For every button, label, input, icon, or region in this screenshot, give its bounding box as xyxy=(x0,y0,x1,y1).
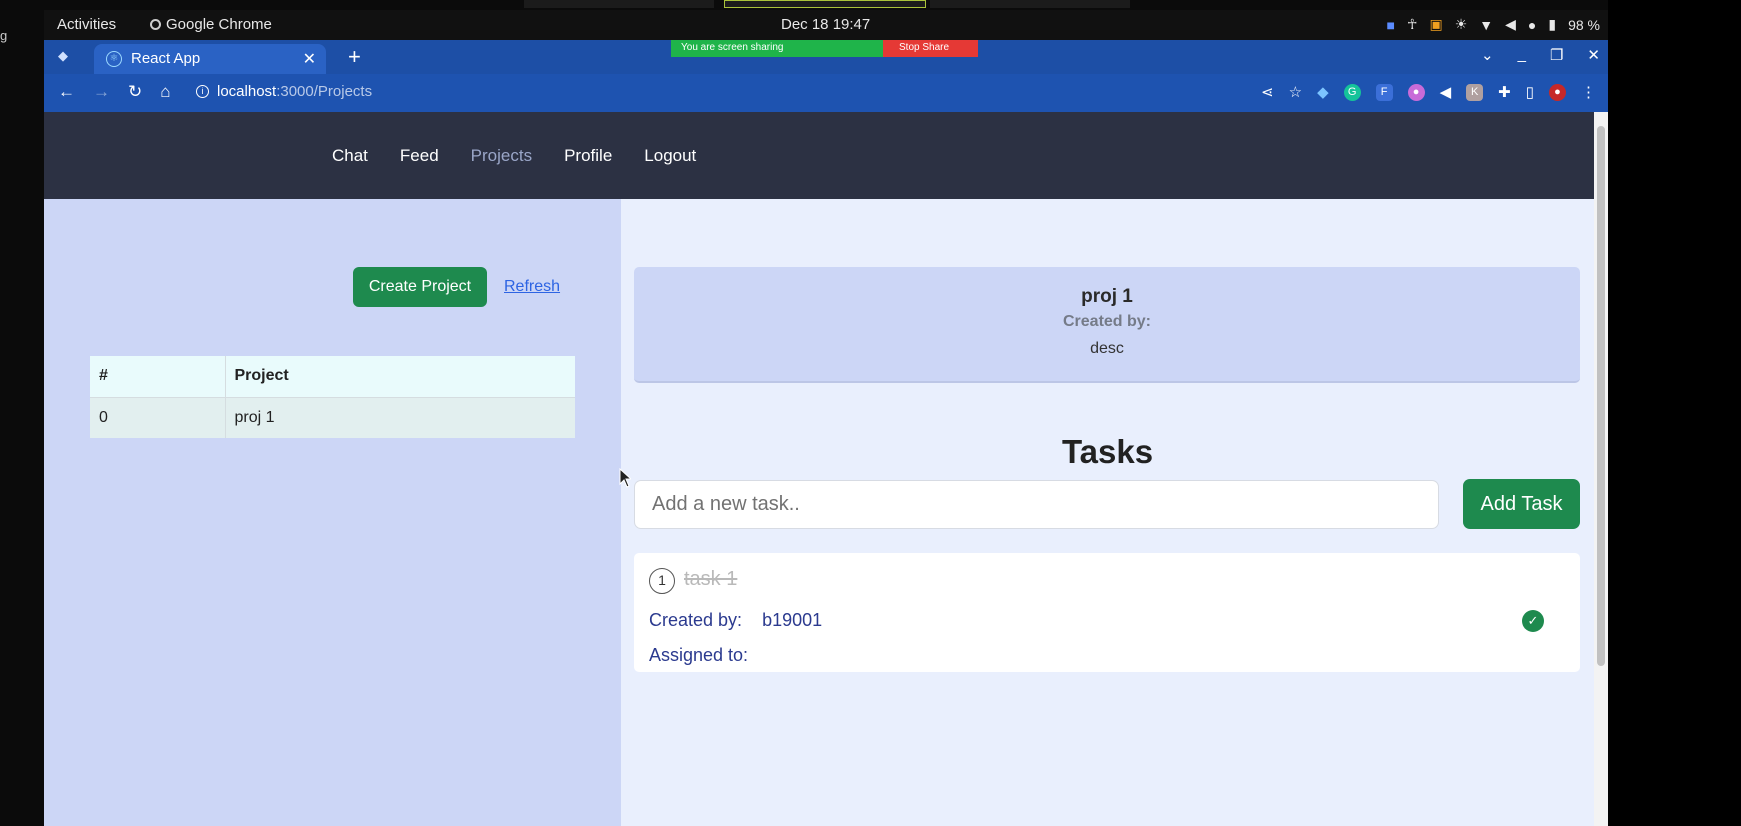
home-icon[interactable]: ⌂ xyxy=(160,82,170,102)
other-window-tab-2[interactable] xyxy=(724,0,926,8)
project-info-card: proj 1 Created by: desc xyxy=(634,267,1580,383)
app-menu[interactable]: Google Chrome xyxy=(150,16,272,33)
page-scrollbar[interactable] xyxy=(1594,112,1608,826)
app-navbar: Chat Feed Projects Profile Logout xyxy=(44,112,1594,199)
window-controls: ⌄ _ ❐ ✕ xyxy=(1481,46,1600,64)
react-icon: ⚛ xyxy=(106,51,122,67)
projects-table: # Project 0 proj 1 xyxy=(90,356,575,438)
chrome-menu-icon[interactable]: ⋮ xyxy=(1581,83,1596,101)
chrome-icon xyxy=(150,19,161,30)
pinned-tab-icon[interactable]: ◆ xyxy=(58,48,76,66)
create-project-button[interactable]: Create Project xyxy=(353,267,487,307)
other-window-tab-3[interactable] xyxy=(930,0,1130,8)
navigation-buttons: ← → ↻ ⌂ xyxy=(58,82,171,102)
tab-audio-icon[interactable]: ◀ xyxy=(1440,83,1452,101)
project-detail-pane: proj 1 Created by: desc Tasks Add Task 1… xyxy=(621,199,1594,826)
task-assigned-to-label: Assigned to: xyxy=(649,645,749,665)
brightness-icon: ☀ xyxy=(1454,16,1468,32)
profile-avatar[interactable]: ● xyxy=(1549,83,1566,101)
task-item: 1 task 1 Created by: b19001 Assigned to: … xyxy=(634,553,1580,672)
extensions-puzzle-icon[interactable]: ✚ xyxy=(1498,83,1511,101)
task-assigned-to-row: Assigned to: xyxy=(649,645,768,666)
task-number-badge: 1 xyxy=(649,568,675,594)
microphone-icon: ● xyxy=(1527,16,1537,33)
task-created-by-row: Created by: b19001 xyxy=(649,610,822,631)
mouse-cursor-icon xyxy=(619,468,631,488)
project-description: desc xyxy=(1090,340,1124,357)
nav-link-logout[interactable]: Logout xyxy=(644,146,696,166)
activities-button[interactable]: Activities xyxy=(57,16,116,33)
table-header-row: # Project xyxy=(90,356,575,398)
task-created-by-label: Created by: xyxy=(649,610,743,630)
share-icon[interactable]: ⋖ xyxy=(1261,83,1274,101)
url-path: :3000/Projects xyxy=(276,83,373,100)
new-tab-button[interactable]: + xyxy=(348,44,361,70)
extensions-bar: ⋖ ☆ ◆ G F ● ◀ K ✚ ▯ ● ⋮ xyxy=(1261,83,1596,101)
system-tray[interactable]: ■ ☥ ▣ ☀ ▼ ◀ ● ▮ 98 % xyxy=(1387,16,1600,33)
tab-title: React App xyxy=(131,50,201,67)
screen-share-icon: ■ xyxy=(1386,16,1395,33)
page-viewport: Chat Feed Projects Profile Logout Create… xyxy=(44,112,1608,826)
extension-gem-icon[interactable]: ◆ xyxy=(1317,83,1329,101)
extension-color-icon[interactable]: ● xyxy=(1407,83,1425,101)
grammarly-icon[interactable]: G xyxy=(1343,83,1361,101)
tasks-heading: Tasks xyxy=(1061,433,1154,470)
screen-cast-icon: ▣ xyxy=(1429,16,1443,32)
restore-icon[interactable]: ❐ xyxy=(1550,46,1563,64)
tab-react-app[interactable]: ⚛ React App ✕ xyxy=(94,44,326,74)
reload-icon[interactable]: ↻ xyxy=(128,82,142,102)
volume-icon: ◀ xyxy=(1505,16,1516,32)
battery-percent: 98 % xyxy=(1568,16,1600,33)
table-cell-project: proj 1 xyxy=(225,397,575,438)
table-row[interactable]: 0 proj 1 xyxy=(90,397,575,438)
screen-share-status: You are screen sharing xyxy=(671,40,883,57)
forward-icon[interactable]: → xyxy=(93,82,110,102)
nav-link-profile[interactable]: Profile xyxy=(564,146,612,166)
bookmark-star-icon[interactable]: ☆ xyxy=(1289,83,1302,101)
url-host: localhost xyxy=(217,83,277,100)
task-created-by-value: b19001 xyxy=(762,610,823,630)
project-created-by: Created by: xyxy=(1062,313,1152,330)
app-menu-label: Google Chrome xyxy=(166,16,272,33)
extension-fi-icon[interactable]: F xyxy=(1375,83,1393,101)
stop-share-button[interactable]: Stop Share xyxy=(883,40,978,57)
close-tab-icon[interactable]: ✕ xyxy=(303,49,316,69)
address-bar[interactable]: i localhost:3000/Projects xyxy=(196,83,372,100)
browser-toolbar: ← → ↻ ⌂ i localhost:3000/Projects ⋖ ☆ ◆ … xyxy=(44,74,1608,112)
wifi-icon: ▼ xyxy=(1479,16,1494,33)
column-header-project: Project xyxy=(225,356,575,398)
back-icon[interactable]: ← xyxy=(58,82,75,102)
clock[interactable]: Dec 18 19:47 xyxy=(781,16,870,33)
extension-k-icon[interactable]: K xyxy=(1466,83,1484,101)
desktop-background xyxy=(1608,0,1741,826)
task-name: task 1 xyxy=(684,568,738,590)
minimize-icon[interactable]: _ xyxy=(1518,46,1526,64)
side-panel-icon[interactable]: ▯ xyxy=(1526,83,1534,101)
task-complete-check-icon[interactable]: ✓ xyxy=(1522,610,1544,632)
project-name: proj 1 xyxy=(1081,286,1133,307)
offscreen-window-edge-text: g xyxy=(0,28,8,43)
site-info-icon[interactable]: i xyxy=(196,85,209,98)
screen-share-banner: You are screen sharing Stop Share xyxy=(671,40,978,57)
nav-link-projects[interactable]: Projects xyxy=(471,146,532,166)
nav-link-feed[interactable]: Feed xyxy=(400,146,439,166)
table-cell-index: 0 xyxy=(90,397,226,438)
nav-links: Chat Feed Projects Profile Logout xyxy=(332,146,696,166)
nav-link-chat[interactable]: Chat xyxy=(332,146,368,166)
refresh-link[interactable]: Refresh xyxy=(504,278,560,296)
add-task-button[interactable]: Add Task xyxy=(1463,479,1580,529)
close-window-icon[interactable]: ✕ xyxy=(1587,46,1600,64)
tab-search-icon[interactable]: ⌄ xyxy=(1481,46,1494,64)
scrollbar-thumb[interactable] xyxy=(1597,126,1605,666)
new-task-input[interactable] xyxy=(634,480,1439,529)
projects-sidebar: Create Project Refresh # Project 0 proj … xyxy=(44,199,621,826)
column-header-index: # xyxy=(90,356,226,398)
accessibility-icon: ☥ xyxy=(1407,16,1418,32)
other-window-tab-1[interactable] xyxy=(524,0,714,8)
battery-icon: ▮ xyxy=(1548,16,1557,32)
desktop-top-bar: Activities Google Chrome Dec 18 19:47 ■ … xyxy=(44,10,1608,40)
